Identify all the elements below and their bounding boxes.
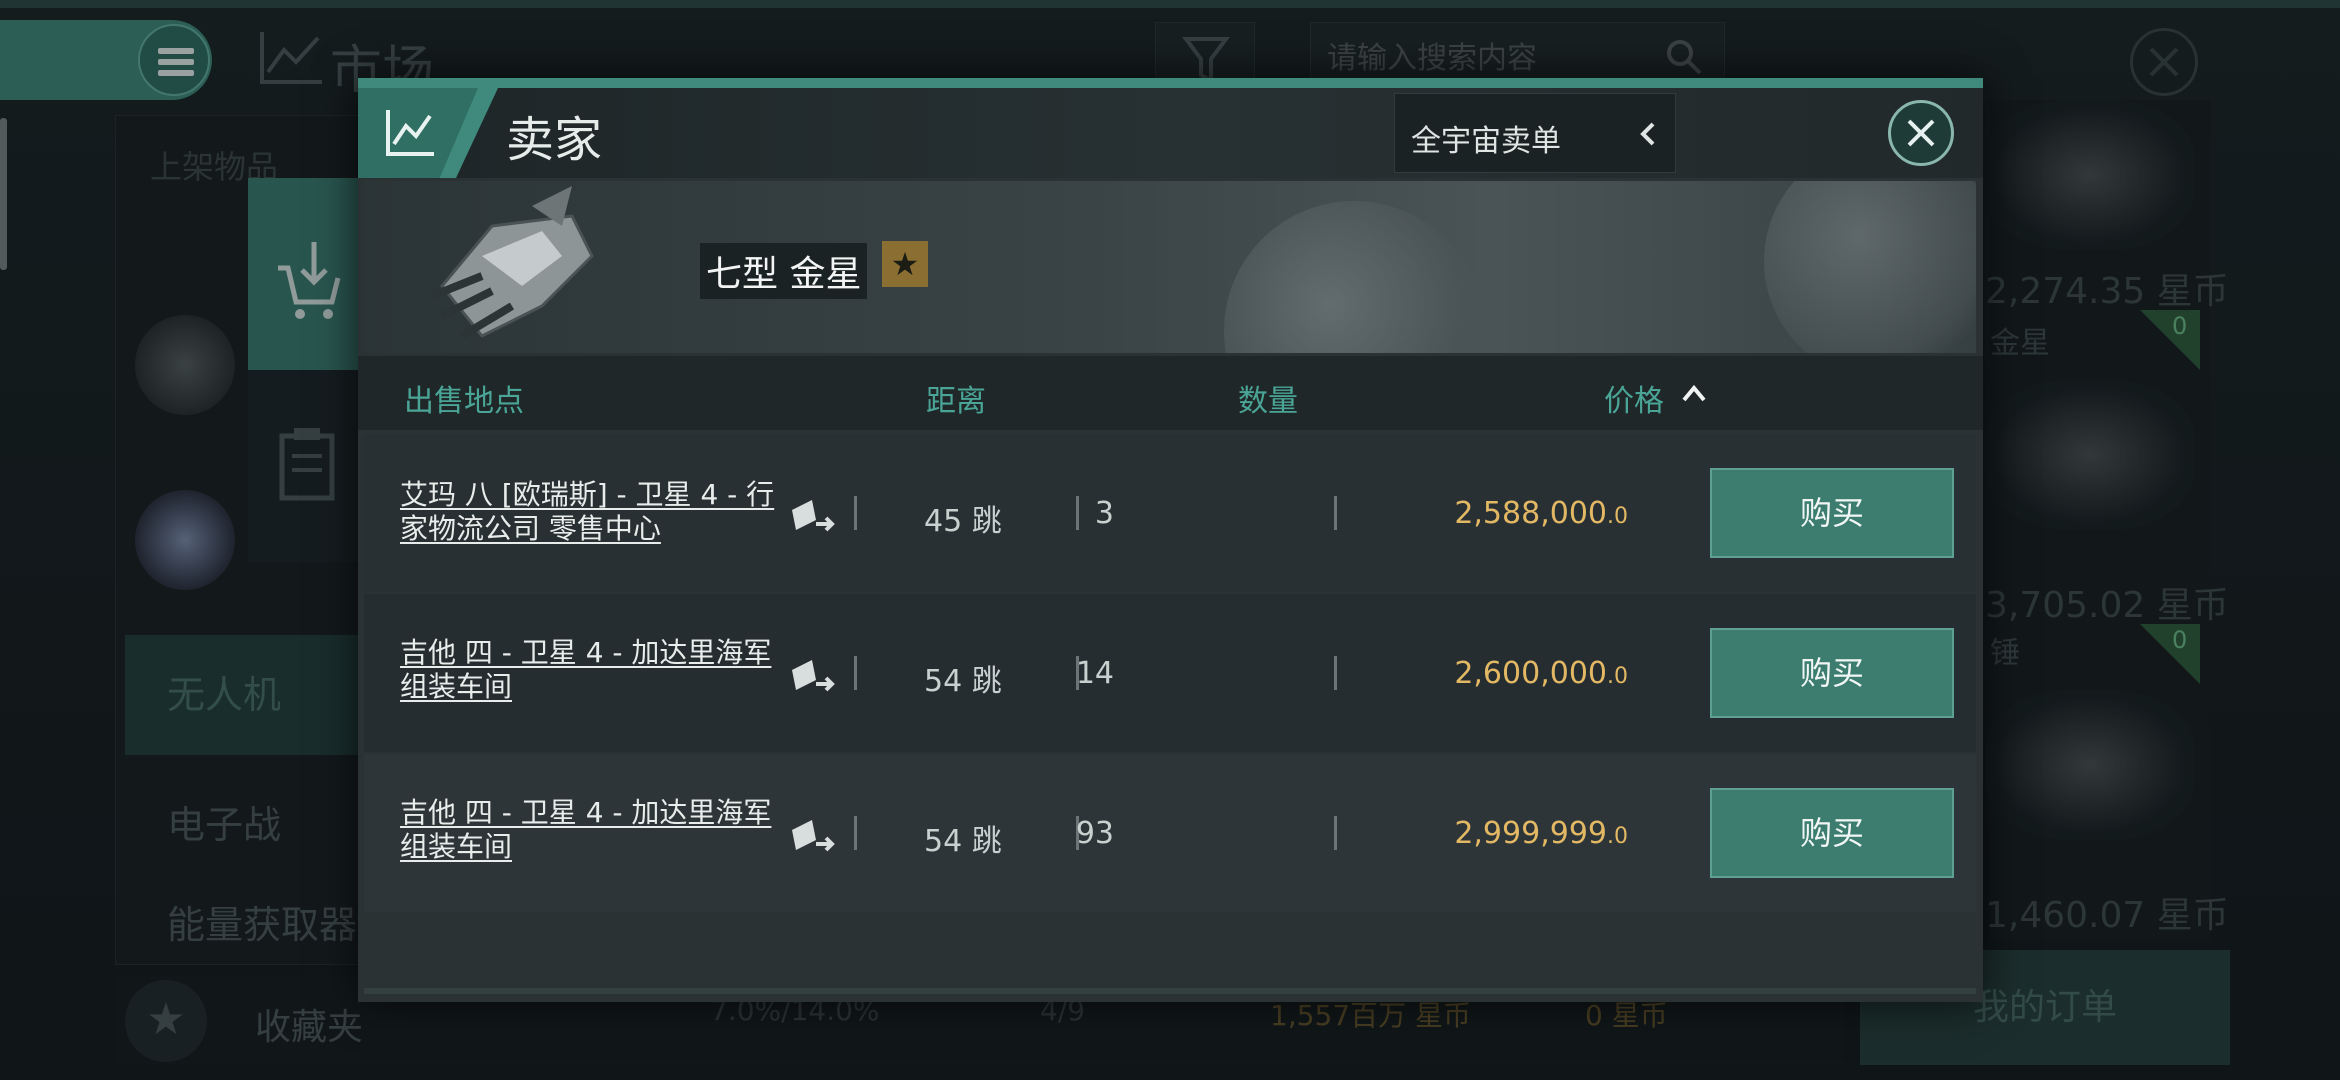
- scope-select-value: 全宇宙卖单: [1411, 124, 1561, 159]
- table-row: 艾玛 八 [欧瑞斯] - 卫星 4 - 行家物流公司 零售中心 45 跳 3 2…: [364, 434, 1976, 592]
- row-price: 2,600,000.0: [1454, 656, 1628, 691]
- dialog-bottom-edge: [364, 988, 1976, 994]
- banner-planet: [1224, 201, 1484, 353]
- row-distance: 45 跳: [924, 504, 1002, 539]
- route-icon[interactable]: [786, 654, 838, 700]
- column-distance[interactable]: 距离: [926, 376, 986, 420]
- buy-button[interactable]: 购买: [1710, 788, 1954, 878]
- table-row: 吉他 四 - 卫星 4 - 加达里海军 组装车间 54 跳 93 2,999,9…: [364, 754, 1976, 912]
- chevron-left-icon: [1640, 122, 1655, 146]
- row-distance: 54 跳: [924, 664, 1002, 699]
- route-icon[interactable]: [786, 494, 838, 540]
- separator: [854, 656, 857, 690]
- row-location-link[interactable]: 吉他 四 - 卫星 4 - 加达里海军 组装车间: [400, 636, 775, 704]
- chevron-up-icon[interactable]: [1679, 378, 1709, 408]
- route-icon[interactable]: [786, 814, 838, 860]
- separator: [1334, 656, 1337, 690]
- row-price-main: 2,588,000: [1454, 496, 1607, 531]
- column-price[interactable]: 价格: [1604, 376, 1664, 420]
- chart-icon: [386, 110, 434, 156]
- row-price-decimal: .0: [1607, 504, 1628, 529]
- table-row: 吉他 四 - 卫星 4 - 加达里海军 组装车间 54 跳 14 2,600,0…: [364, 594, 1976, 752]
- row-quantity: 93: [1075, 816, 1114, 851]
- ship-image: [430, 186, 594, 340]
- row-distance: 54 跳: [924, 824, 1002, 859]
- buy-button[interactable]: 购买: [1710, 468, 1954, 558]
- buy-button[interactable]: 购买: [1710, 628, 1954, 718]
- seller-dialog: 卖家 全宇宙卖单 七型 金星 ★ 出售地点 距离 数量 价格 艾玛 八 [欧瑞斯…: [358, 78, 1983, 1002]
- column-location[interactable]: 出售地点: [404, 376, 524, 420]
- column-header: 出售地点 距离 数量 价格: [358, 356, 1983, 430]
- item-banner: 七型 金星 ★: [364, 181, 1976, 353]
- separator: [854, 496, 857, 530]
- separator: [854, 816, 857, 850]
- row-price-main: 2,999,999: [1454, 816, 1607, 851]
- dialog-title: 卖家: [506, 112, 603, 168]
- item-name: 七型 金星: [700, 243, 868, 299]
- close-button[interactable]: [1888, 100, 1954, 166]
- row-price-decimal: .0: [1607, 664, 1628, 689]
- separator: [1334, 496, 1337, 530]
- row-location-link[interactable]: 艾玛 八 [欧瑞斯] - 卫星 4 - 行家物流公司 零售中心: [400, 478, 775, 546]
- row-quantity: 14: [1075, 656, 1114, 691]
- dialog-top-line: [358, 78, 1983, 88]
- row-quantity: 3: [1094, 496, 1114, 531]
- scope-select[interactable]: 全宇宙卖单: [1394, 93, 1676, 173]
- close-icon: [1907, 119, 1935, 147]
- row-price-decimal: .0: [1607, 824, 1628, 849]
- column-quantity[interactable]: 数量: [1238, 376, 1298, 420]
- row-location-link[interactable]: 吉他 四 - 卫星 4 - 加达里海军 组装车间: [400, 796, 775, 864]
- row-price: 2,588,000.0: [1454, 496, 1628, 531]
- separator: [1334, 816, 1337, 850]
- banner-planet: [1764, 181, 1976, 353]
- row-price: 2,999,999.0: [1454, 816, 1628, 851]
- row-price-main: 2,600,000: [1454, 656, 1607, 691]
- star-icon[interactable]: ★: [882, 241, 928, 287]
